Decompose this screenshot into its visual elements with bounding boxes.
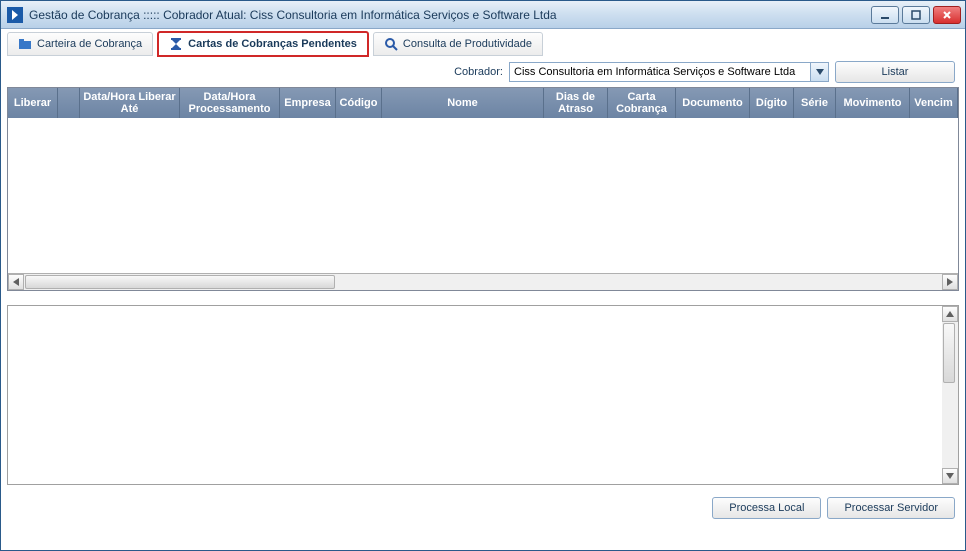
detail-panel: [7, 305, 959, 485]
maximize-button[interactable]: [902, 6, 930, 24]
tab-label: Cartas de Cobranças Pendentes: [188, 38, 357, 50]
cobrador-label: Cobrador:: [454, 66, 503, 78]
col-data-process[interactable]: Data/Hora Processamento: [180, 88, 280, 118]
listar-button[interactable]: Listar: [835, 61, 955, 83]
col-dias-atraso[interactable]: Dias de Atraso: [544, 88, 608, 118]
tab-carteira[interactable]: Carteira de Cobrança: [7, 32, 153, 56]
col-movimento[interactable]: Movimento: [836, 88, 910, 118]
col-empresa[interactable]: Empresa: [280, 88, 336, 118]
grid-hscroll[interactable]: [8, 274, 958, 290]
scroll-left-icon[interactable]: [8, 274, 24, 290]
cobrancas-grid: Liberar Data/Hora Liberar Até Data/Hora …: [7, 87, 959, 291]
window-title: Gestão de Cobrança ::::: Cobrador Atual:…: [29, 8, 871, 22]
col-documento[interactable]: Documento: [676, 88, 750, 118]
tab-cartas-pendentes[interactable]: Cartas de Cobranças Pendentes: [157, 31, 369, 57]
col-vencimento[interactable]: Vencim: [910, 88, 958, 118]
chevron-down-icon[interactable]: [810, 63, 828, 81]
scroll-thumb[interactable]: [25, 275, 335, 289]
scroll-down-icon[interactable]: [942, 468, 958, 484]
tab-label: Carteira de Cobrança: [37, 38, 142, 50]
tab-label: Consulta de Produtividade: [403, 38, 532, 50]
col-liberar[interactable]: Liberar: [8, 88, 58, 118]
hourglass-icon: [169, 37, 183, 51]
grid-header: Liberar Data/Hora Liberar Até Data/Hora …: [8, 88, 958, 118]
app-icon: [7, 7, 23, 23]
minimize-button[interactable]: [871, 6, 899, 24]
scroll-up-icon[interactable]: [942, 306, 958, 322]
scroll-vthumb[interactable]: [943, 323, 955, 383]
titlebar: Gestão de Cobrança ::::: Cobrador Atual:…: [1, 1, 965, 29]
cobrador-value: Ciss Consultoria em Informática Serviços…: [510, 66, 810, 78]
scroll-vtrack[interactable]: [942, 322, 958, 468]
detail-body[interactable]: [8, 306, 942, 484]
filter-bar: Cobrador: Ciss Consultoria em Informátic…: [1, 57, 965, 87]
col-icon[interactable]: [58, 88, 80, 118]
folder-icon: [18, 37, 32, 51]
col-serie[interactable]: Série: [794, 88, 836, 118]
close-button[interactable]: [933, 6, 961, 24]
tab-bar: Carteira de Cobrança Cartas de Cobranças…: [1, 29, 965, 57]
col-nome[interactable]: Nome: [382, 88, 544, 118]
processa-local-button[interactable]: Processa Local: [712, 497, 821, 519]
col-codigo[interactable]: Código: [336, 88, 382, 118]
tab-produtividade[interactable]: Consulta de Produtividade: [373, 32, 543, 56]
scroll-right-icon[interactable]: [942, 274, 958, 290]
col-digito[interactable]: Dígito: [750, 88, 794, 118]
footer: Processa Local Processar Servidor: [1, 491, 965, 525]
scroll-track[interactable]: [24, 274, 942, 290]
grid-body[interactable]: [8, 118, 958, 274]
detail-vscroll[interactable]: [942, 306, 958, 484]
col-carta[interactable]: Carta Cobrança: [608, 88, 676, 118]
window-buttons: [871, 6, 961, 24]
processar-servidor-button[interactable]: Processar Servidor: [827, 497, 955, 519]
col-data-liberar[interactable]: Data/Hora Liberar Até: [80, 88, 180, 118]
cobrador-combo[interactable]: Ciss Consultoria em Informática Serviços…: [509, 62, 829, 82]
search-icon: [384, 37, 398, 51]
